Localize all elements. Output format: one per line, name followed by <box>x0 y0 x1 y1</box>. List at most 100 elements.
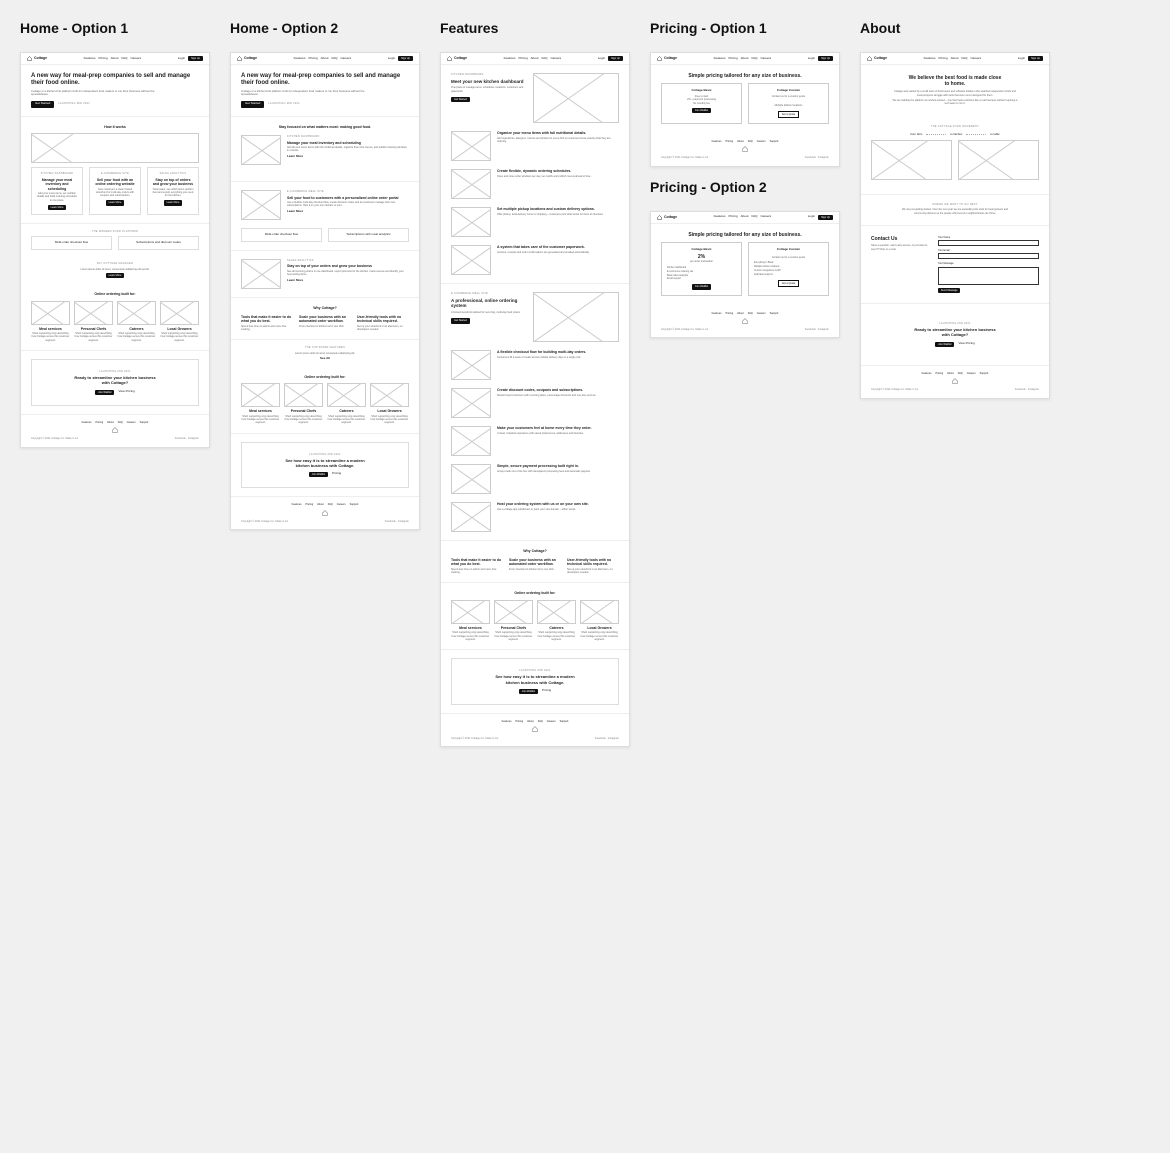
nav-link[interactable]: FAQ <box>541 57 547 61</box>
brand-logo[interactable]: Cottage <box>447 56 467 61</box>
brand-logo[interactable]: Cottage <box>867 56 887 61</box>
footer-link[interactable]: About <box>317 503 324 506</box>
social-link[interactable]: Facebook <box>595 737 606 740</box>
nav-link[interactable]: FAQ <box>751 57 757 61</box>
nav-link[interactable]: Pricing <box>518 57 527 61</box>
footer-link[interactable]: Pricing <box>95 421 103 424</box>
footer-link[interactable]: Features <box>712 140 722 143</box>
footer-link[interactable]: Features <box>712 312 722 315</box>
join-waitlist-button[interactable]: Join Waitlist <box>95 390 114 395</box>
footer-link[interactable]: Support <box>350 503 359 506</box>
login-link[interactable]: Login <box>178 57 185 61</box>
plan-cta-button[interactable]: Join Waitlist <box>692 108 711 113</box>
footer-link[interactable]: About <box>737 312 744 315</box>
learn-more-link[interactable]: Learn More <box>287 155 409 159</box>
nav-link[interactable]: FAQ <box>331 57 337 61</box>
social-link[interactable]: Instagram <box>818 156 829 159</box>
nav-link[interactable]: Pricing <box>308 57 317 61</box>
nav-link[interactable]: Careers <box>550 57 561 61</box>
nav-link[interactable]: Pricing <box>938 57 947 61</box>
nav-link[interactable]: Features <box>84 57 96 61</box>
nav-link[interactable]: Careers <box>970 57 981 61</box>
footer-link[interactable]: Support <box>560 720 569 723</box>
footer-link[interactable]: FAQ <box>748 312 753 315</box>
learn-more-button[interactable]: Learn More <box>164 200 183 205</box>
learn-more-button[interactable]: Learn More <box>106 273 125 278</box>
footer-link[interactable]: FAQ <box>958 372 963 375</box>
nav-link[interactable]: About <box>951 57 959 61</box>
footer-link[interactable]: Support <box>980 372 989 375</box>
nav-link[interactable]: About <box>111 57 119 61</box>
plan-cta-button[interactable]: Get a Quote <box>778 111 800 118</box>
footer-link[interactable]: FAQ <box>538 720 543 723</box>
brand-logo[interactable]: Cottage <box>237 56 257 61</box>
login-link[interactable]: Login <box>388 57 395 61</box>
login-link[interactable]: Login <box>808 57 815 61</box>
brand-logo[interactable]: Cottage <box>657 56 677 61</box>
footer-link[interactable]: Support <box>770 312 779 315</box>
login-link[interactable]: Login <box>808 215 815 219</box>
learn-more-link[interactable]: Learn More <box>287 279 409 283</box>
footer-link[interactable]: Careers <box>337 503 346 506</box>
nav-link[interactable]: Careers <box>760 57 771 61</box>
social-link[interactable]: Facebook <box>1015 388 1026 391</box>
nav-link[interactable]: Careers <box>340 57 351 61</box>
nav-link[interactable]: About <box>531 57 539 61</box>
footer-link[interactable]: Careers <box>967 372 976 375</box>
footer-link[interactable]: About <box>947 372 954 375</box>
footer-link[interactable]: Careers <box>757 140 766 143</box>
footer-link[interactable]: Features <box>502 720 512 723</box>
nav-link[interactable]: About <box>321 57 329 61</box>
signup-button[interactable]: Sign Up <box>188 56 203 61</box>
brand-logo[interactable]: Cottage <box>657 215 677 220</box>
social-link[interactable]: Facebook <box>805 328 816 331</box>
footer-link[interactable]: Pricing <box>725 140 733 143</box>
email-input[interactable] <box>938 253 1039 259</box>
signup-button[interactable]: Sign Up <box>818 56 833 61</box>
learn-more-button[interactable]: Learn More <box>106 200 125 205</box>
get-started-button[interactable]: Get Started <box>451 97 470 102</box>
learn-more-button[interactable]: Learn More <box>48 205 67 210</box>
social-link[interactable]: Instagram <box>818 328 829 331</box>
footer-link[interactable]: Pricing <box>935 372 943 375</box>
footer-link[interactable]: Support <box>140 421 149 424</box>
footer-link[interactable]: About <box>737 140 744 143</box>
login-link[interactable]: Login <box>598 57 605 61</box>
nav-link[interactable]: About <box>741 215 749 219</box>
footer-link[interactable]: Careers <box>127 421 136 424</box>
signup-button[interactable]: Sign Up <box>818 215 833 220</box>
footer-link[interactable]: About <box>107 421 114 424</box>
nav-link[interactable]: Features <box>714 57 726 61</box>
plan-cta-button[interactable]: Get a Quote <box>778 280 800 287</box>
footer-link[interactable]: Careers <box>547 720 556 723</box>
see-all-link[interactable]: See All <box>241 357 409 361</box>
secondary-link[interactable]: Pricing <box>542 689 551 694</box>
social-link[interactable]: Instagram <box>188 437 199 440</box>
nav-link[interactable]: FAQ <box>121 57 127 61</box>
get-started-button[interactable]: Get Started <box>451 318 470 323</box>
social-link[interactable]: Instagram <box>398 520 409 523</box>
name-input[interactable] <box>938 240 1039 246</box>
nav-link[interactable]: FAQ <box>751 215 757 219</box>
nav-link[interactable]: Features <box>714 215 726 219</box>
submit-button[interactable]: Send Message <box>938 288 961 293</box>
social-link[interactable]: Facebook <box>805 156 816 159</box>
footer-link[interactable]: Pricing <box>725 312 733 315</box>
brand-logo[interactable]: Cottage <box>27 56 47 61</box>
nav-link[interactable]: Careers <box>760 215 771 219</box>
footer-link[interactable]: FAQ <box>118 421 123 424</box>
footer-link[interactable]: Features <box>922 372 932 375</box>
join-waitlist-button[interactable]: Join Waitlist <box>309 472 328 477</box>
signup-button[interactable]: Sign Up <box>1028 56 1043 61</box>
footer-link[interactable]: Features <box>292 503 302 506</box>
footer-link[interactable]: Features <box>82 421 92 424</box>
hero-cta-button[interactable]: Get Started <box>31 101 54 108</box>
learn-more-link[interactable]: Learn More <box>287 210 409 214</box>
login-link[interactable]: Login <box>1018 57 1025 61</box>
signup-button[interactable]: Sign Up <box>608 56 623 61</box>
footer-link[interactable]: FAQ <box>748 140 753 143</box>
message-textarea[interactable] <box>938 267 1039 285</box>
footer-link[interactable]: FAQ <box>328 503 333 506</box>
social-link[interactable]: Facebook <box>385 520 396 523</box>
social-link[interactable]: Instagram <box>1028 388 1039 391</box>
